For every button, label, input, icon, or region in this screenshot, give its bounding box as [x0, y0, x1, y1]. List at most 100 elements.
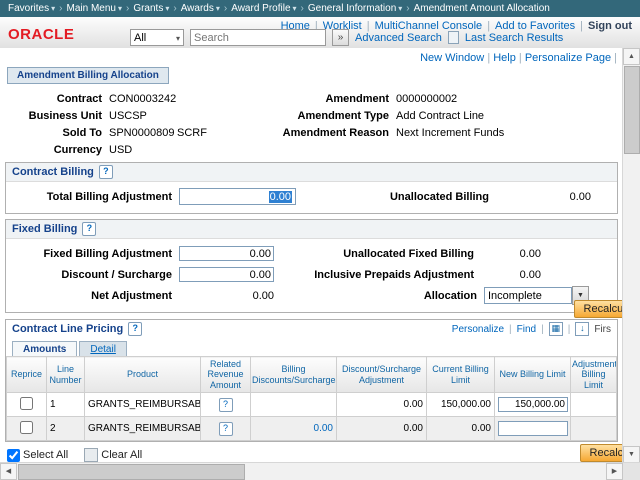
link-separator [541, 324, 544, 335]
amendment-type-value: Add Contract Line [396, 110, 484, 122]
new-billing-limit-field-row1[interactable] [498, 397, 568, 412]
scroll-left-button[interactable] [0, 463, 17, 480]
fixed-billing-adjustment-field[interactable] [179, 246, 274, 261]
currency-label: Currency [7, 144, 109, 156]
vertical-scroll-thumb[interactable] [624, 66, 640, 154]
tab-amendment-billing-allocation[interactable]: Amendment Billing Allocation [7, 67, 169, 84]
amendment-type-label: Amendment Type [279, 110, 396, 122]
reprice-checkbox-row1[interactable] [20, 397, 33, 410]
unallocated-fixed-billing-label: Unallocated Fixed Billing [274, 248, 481, 260]
sold-to-value: SPN0000809 [109, 127, 177, 139]
col-adjustment-billing-limit: Adjustment Billing Limit [571, 357, 617, 393]
tab-amounts[interactable]: Amounts [12, 341, 77, 356]
breadcrumb-item-grants[interactable]: Grants [133, 3, 169, 14]
new-window-link[interactable]: New Window [420, 52, 484, 64]
scroll-down-button[interactable] [623, 446, 640, 463]
select-all-action[interactable]: Select All [7, 449, 68, 462]
breadcrumb-item-general-information[interactable]: General Information [308, 3, 402, 14]
inclusive-prepaids-value: 0.00 [481, 269, 541, 281]
current-billing-limit-cell: 0.00 [427, 417, 495, 441]
last-search-results-link[interactable]: Last Search Results [465, 32, 563, 44]
table-row: 2 GRANTS_REIMBURSABL 0.00 0.00 0.00 [7, 417, 617, 441]
unallocated-billing-label: Unallocated Billing [296, 191, 496, 203]
search-input[interactable] [190, 29, 326, 46]
contract-billing-title: Contract Billing [6, 163, 617, 182]
breadcrumb-item-awards[interactable]: Awards [181, 3, 220, 14]
chevron-down-icon [398, 3, 402, 14]
oracle-logo: ORACLE [8, 26, 74, 43]
scrollbar-corner [623, 463, 640, 480]
help-link[interactable]: Help [493, 52, 516, 64]
contract-line-pricing-section: Contract Line Pricing Personalize Find F… [5, 319, 618, 442]
vertical-scrollbar[interactable] [622, 48, 640, 463]
total-billing-adjustment-field[interactable]: 0.00 [179, 188, 296, 205]
new-billing-limit-field-row2[interactable] [498, 421, 568, 436]
breadcrumb-item-favorites[interactable]: Favorites [8, 3, 55, 14]
help-icon[interactable] [99, 165, 113, 179]
chevron-down-icon [293, 3, 297, 14]
recalculate-button[interactable]: Recalculate [580, 444, 623, 462]
col-related-revenue-amount: Related Revenue Amount [201, 357, 251, 393]
scroll-right-button[interactable] [606, 463, 623, 480]
billing-discounts-link[interactable]: 0.00 [314, 423, 333, 434]
personalize-page-link[interactable]: Personalize Page [525, 52, 611, 64]
line-number-cell: 1 [47, 393, 85, 417]
col-line-number: Line Number [47, 357, 85, 393]
product-cell: GRANTS_REIMBURSABL [85, 393, 201, 417]
product-cell: GRANTS_REIMBURSABL [85, 417, 201, 441]
grid-actions: Select All Clear All Recalculate [7, 446, 618, 463]
inclusive-prepaids-label: Inclusive Prepaids Adjustment [274, 269, 481, 281]
help-icon[interactable] [82, 222, 96, 236]
line-number-cell: 2 [47, 417, 85, 441]
horizontal-scrollbar[interactable] [0, 462, 640, 480]
page-action-bar: New Window Help Personalize Page [0, 48, 623, 65]
line-pricing-grid: Reprice Line Number Product Related Reve… [6, 356, 617, 441]
fixed-billing-adjustment-label: Fixed Billing Adjustment [12, 248, 179, 260]
adjustment-billing-limit-cell [571, 393, 617, 417]
horizontal-scroll-thumb[interactable] [18, 464, 245, 480]
related-revenue-help-icon[interactable] [219, 422, 233, 436]
download-icon[interactable] [575, 322, 589, 336]
top-toolbar: ORACLE Home Worklist MultiChannel Consol… [0, 17, 640, 49]
net-adjustment-label: Net Adjustment [12, 290, 179, 302]
recalculate-button[interactable]: Recalculate [574, 300, 623, 318]
breadcrumb-item-main-menu[interactable]: Main Menu [66, 3, 121, 14]
col-discount-surcharge-adjustment: Discount/Surcharge Adjustment [337, 357, 427, 393]
contract-line-pricing-title: Contract Line Pricing [12, 322, 142, 336]
chevron-down-icon [118, 3, 122, 14]
billing-discounts-cell [251, 393, 337, 417]
page-content: New Window Help Personalize Page Amendme… [0, 48, 623, 463]
tab-detail[interactable]: Detail [79, 341, 127, 356]
related-revenue-help-icon[interactable] [219, 398, 233, 412]
amendment-reason-value: Next Increment Funds [396, 127, 504, 139]
view-all-icon[interactable] [549, 322, 563, 336]
signout-link[interactable]: Sign out [588, 20, 632, 32]
clear-all-action[interactable]: Clear All [84, 448, 142, 462]
search-submit-button[interactable] [332, 29, 349, 46]
current-billing-limit-cell: 150,000.00 [427, 393, 495, 417]
help-icon[interactable] [128, 322, 142, 336]
adjustment-billing-limit-cell [571, 417, 617, 441]
link-separator [568, 324, 571, 335]
scroll-up-button[interactable] [623, 48, 640, 65]
sold-to-name: SCRF [177, 127, 279, 139]
grid-toolbar: Personalize Find Firs [452, 322, 611, 336]
personalize-link[interactable]: Personalize [452, 324, 504, 335]
application-window: Favorites Main Menu Grants Awards Award … [0, 0, 640, 480]
advanced-search-link[interactable]: Advanced Search [355, 32, 442, 44]
key-fields: Contract CON0003242 Amendment 0000000002… [7, 92, 623, 157]
first-link[interactable]: Firs [594, 324, 611, 335]
breadcrumb: Favorites Main Menu Grants Awards Award … [0, 0, 640, 17]
discount-surcharge-field[interactable] [179, 267, 274, 282]
contract-billing-groupbox: Contract Billing Total Billing Adjustmen… [5, 162, 618, 214]
total-billing-adjustment-label: Total Billing Adjustment [12, 191, 179, 203]
find-link[interactable]: Find [517, 324, 536, 335]
breadcrumb-item-current-page: Amendment Amount Allocation [414, 3, 550, 14]
breadcrumb-separator [173, 3, 176, 14]
last-search-results-icon [448, 31, 459, 44]
select-all-checkbox[interactable] [7, 449, 20, 462]
discount-surcharge-label: Discount / Surcharge [12, 269, 179, 281]
reprice-checkbox-row2[interactable] [20, 421, 33, 434]
search-scope-dropdown[interactable]: All [130, 29, 184, 46]
breadcrumb-item-award-profile[interactable]: Award Profile [231, 3, 296, 14]
